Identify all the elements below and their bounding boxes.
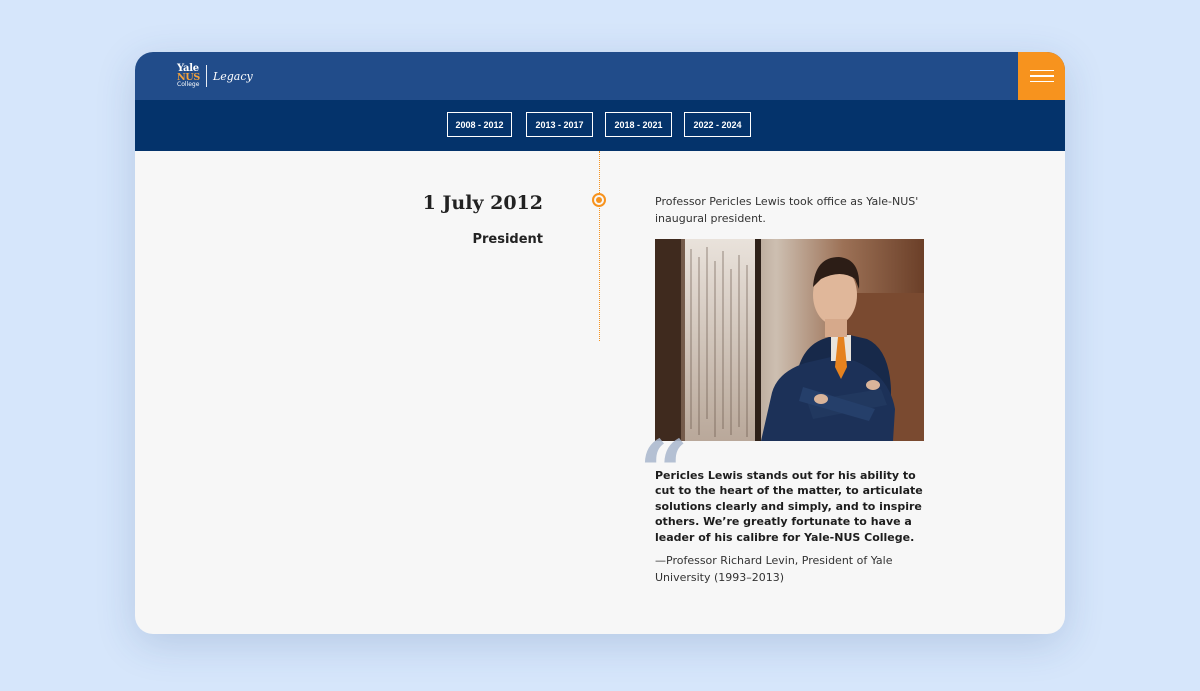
timeline-line: [599, 151, 600, 341]
app-window: Yale NUS College Legacy 2008 - 2012 2013…: [135, 52, 1065, 634]
testimonial-attribution: —Professor Richard Levin, President of Y…: [655, 554, 893, 584]
logo-college-text: College: [177, 81, 200, 89]
testimonial-quote: Pericles Lewis stands out for his abilit…: [655, 469, 923, 544]
period-nav: 2008 - 2012 2013 - 2017 2018 - 2021 2022…: [135, 100, 1065, 151]
yale-nus-legacy-logo[interactable]: Yale NUS College Legacy: [177, 63, 253, 89]
logo-legacy-text: Legacy: [212, 69, 253, 83]
period-button-2008-2012[interactable]: 2008 - 2012: [447, 112, 512, 137]
entry-intro: Professor Pericles Lewis took office as …: [655, 195, 919, 225]
period-button-2013-2017[interactable]: 2013 - 2017: [526, 112, 593, 137]
timeline-marker-icon: [592, 193, 606, 207]
portrait-illustration: [655, 239, 924, 441]
period-button-2018-2021[interactable]: 2018 - 2021: [605, 112, 672, 137]
period-button-2022-2024[interactable]: 2022 - 2024: [684, 112, 751, 137]
top-bar: Yale NUS College Legacy: [135, 52, 1065, 100]
hamburger-menu-icon[interactable]: [1018, 52, 1065, 100]
logo-divider: [205, 65, 207, 87]
menu-bar: [1029, 75, 1054, 77]
entry-date: 1 July 2012: [422, 192, 543, 214]
logo-wordmark: Yale NUS College: [177, 63, 200, 89]
menu-bar: [1029, 69, 1054, 72]
menu-bar: [1029, 80, 1054, 83]
portrait-photo: [655, 239, 924, 441]
entry-role: President: [472, 232, 543, 247]
